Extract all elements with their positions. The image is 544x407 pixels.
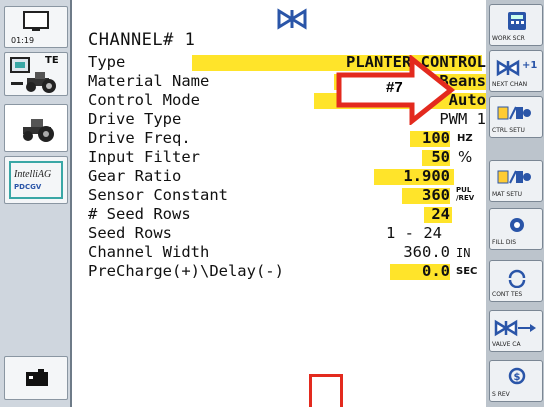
setting-row-channel-width[interactable]: Channel Width 360.0 IN <box>88 243 486 263</box>
fill-distance-icon <box>510 218 524 232</box>
row-value[interactable]: 360 <box>422 186 450 204</box>
clock-display: 01:19 <box>11 36 35 45</box>
row-unit: IN <box>456 246 471 260</box>
row-value[interactable]: 100 <box>422 129 450 147</box>
cont-test-button[interactable]: CONT TES <box>489 260 543 302</box>
row-label: Channel Width <box>88 243 210 261</box>
revolution-icon: $ <box>508 367 526 385</box>
camera-button[interactable] <box>4 356 68 400</box>
unit-top: PUL <box>456 186 472 194</box>
row-unit: HZ <box>457 133 473 144</box>
fill-dist-label: FILL DIS <box>492 239 517 246</box>
mat-setup-button[interactable]: MAT SETU <box>489 160 543 202</box>
row-label: Sensor Constant <box>88 186 228 204</box>
row-value[interactable]: 1 - 24 <box>386 224 442 242</box>
unit-bottom: /REV <box>456 194 475 202</box>
row-label: Material Name <box>88 72 210 90</box>
cont-test-label: CONT TES <box>492 291 523 298</box>
row-label: Type <box>88 53 126 71</box>
material-settings-icon <box>497 170 531 184</box>
row-unit: SEC <box>456 266 478 277</box>
row-label: Control Mode <box>88 91 200 109</box>
plus-one-label: +1 <box>522 60 538 71</box>
te-label: TE <box>45 55 59 66</box>
red-annotation-box <box>309 374 343 407</box>
right-toolbar: WORK SCR +1 NEXT CHAN CTRL SETU MAT SETU <box>486 0 544 407</box>
s-rev-button[interactable]: $ S REV <box>489 360 543 402</box>
pdcgv-label: PDCGV <box>14 183 42 191</box>
row-value[interactable]: 50 <box>431 148 450 166</box>
ctrl-setup-button[interactable]: CTRL SETU <box>489 96 543 138</box>
setting-row-input-filter[interactable]: Input Filter 50 % <box>88 148 486 168</box>
setting-row-number-seed-rows[interactable]: # Seed Rows 24 <box>88 205 486 225</box>
row-label: Gear Ratio <box>88 167 182 185</box>
row-value[interactable]: 0.0 <box>422 262 450 280</box>
row-value[interactable]: 360.0 <box>403 243 450 261</box>
task-controller-button[interactable]: TE <box>4 52 68 96</box>
row-label: PreCharge(+)\Delay(-) <box>88 262 284 280</box>
intelliag-pdcgv-button[interactable]: IntelliAG PDCGV <box>4 156 68 204</box>
next-channel-label: NEXT CHAN <box>492 81 528 88</box>
work-screen-label: WORK SCR <box>492 35 525 42</box>
setting-row-precharge-delay[interactable]: PreCharge(+)\Delay(-) 0.0 SEC <box>88 262 486 282</box>
valve-cal-label: VALVE CA <box>492 341 521 348</box>
svg-text:$: $ <box>514 372 521 383</box>
settings-icon <box>497 106 531 120</box>
continuous-test-icon <box>508 269 526 288</box>
row-label: Input Filter <box>88 148 200 166</box>
ctrl-setup-label: CTRL SETU <box>492 127 525 134</box>
page-title: CHANNEL# 1 <box>88 30 196 50</box>
row-label: Seed Rows <box>88 224 172 242</box>
setting-row-drive-freq[interactable]: Drive Freq. 100 HZ <box>88 129 486 149</box>
row-value[interactable]: 24 <box>431 205 450 223</box>
row-label: Drive Type <box>88 110 182 128</box>
next-channel-button[interactable]: +1 NEXT CHAN <box>489 50 543 92</box>
tractor-icon <box>23 119 54 142</box>
setting-row-gear-ratio[interactable]: Gear Ratio 1.900 <box>88 167 486 187</box>
home-screen-button[interactable]: 01:19 <box>4 6 68 48</box>
row-value[interactable]: 1.900 <box>403 167 450 185</box>
s-rev-label: S REV <box>492 391 510 398</box>
left-sidebar: 01:19 TE IntelliAG PDCGV <box>0 0 72 407</box>
annotation-badge: #7 <box>386 79 403 96</box>
calculator-icon <box>508 12 526 30</box>
valve-cal-button[interactable]: VALVE CA <box>489 310 543 352</box>
work-screen-button[interactable]: WORK SCR <box>489 4 543 46</box>
valve-icon <box>277 8 307 30</box>
valve-calibration-icon <box>494 319 536 337</box>
fill-dist-button[interactable]: FILL DIS <box>489 208 543 250</box>
channel-settings-panel: CHANNEL# 1 Type PLANTER CONTROL Material… <box>74 0 486 407</box>
selected-frame <box>9 161 63 199</box>
intellag-label: IntelliAG <box>14 169 52 180</box>
setting-row-seed-rows[interactable]: Seed Rows 1 - 24 <box>88 224 486 244</box>
mat-setup-label: MAT SETU <box>492 191 523 198</box>
tractor-button[interactable] <box>4 104 68 152</box>
row-label: # Seed Rows <box>88 205 191 223</box>
row-label: Drive Freq. <box>88 129 191 147</box>
row-unit: PUL /REV <box>456 186 474 202</box>
valve-next-icon <box>496 59 520 77</box>
camera-icon <box>26 369 48 386</box>
setting-row-sensor-constant[interactable]: Sensor Constant 360 PUL /REV <box>88 186 486 206</box>
monitor-icon <box>23 11 49 31</box>
row-unit: % <box>458 148 473 166</box>
